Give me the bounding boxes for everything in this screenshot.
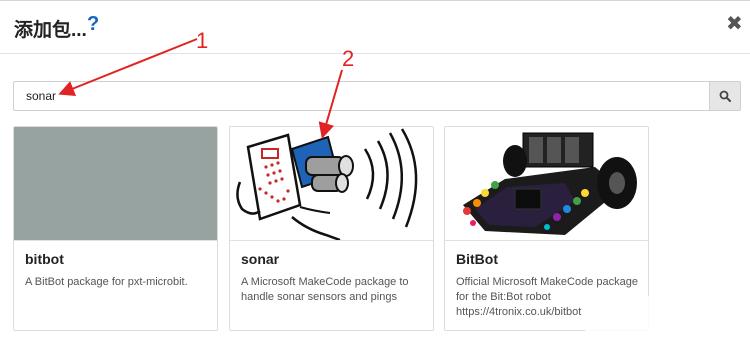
bitbot-robot-photo [445, 127, 648, 241]
watermark-overlay [585, 296, 745, 336]
annotation-label-1: 1 [196, 28, 209, 53]
package-card-sonar[interactable]: sonar A Microsoft MakeCode package to ha… [229, 126, 434, 331]
help-icon[interactable]: ? [87, 13, 99, 36]
sonar-sensor-drawing [230, 127, 433, 241]
search-input[interactable] [14, 82, 716, 110]
package-card-bitbot[interactable]: bitbot A BitBot package for pxt-microbit… [13, 126, 218, 331]
package-image-placeholder [14, 127, 217, 241]
package-description: A Microsoft MakeCode package to handle s… [241, 276, 409, 303]
package-title: sonar [241, 251, 280, 267]
search-button[interactable] [709, 82, 740, 110]
package-title: BitBot [456, 251, 498, 267]
search-box [13, 81, 741, 111]
search-icon [719, 90, 731, 102]
annotation-label-2: 2 [342, 46, 355, 71]
package-title: bitbot [25, 251, 64, 267]
dialog-header: 添加包... ? ✖ [0, 1, 750, 54]
package-description: A BitBot package for pxt-microbit. [25, 276, 188, 288]
close-icon[interactable]: ✖ [726, 11, 743, 36]
dialog-title: 添加包... [14, 20, 87, 41]
